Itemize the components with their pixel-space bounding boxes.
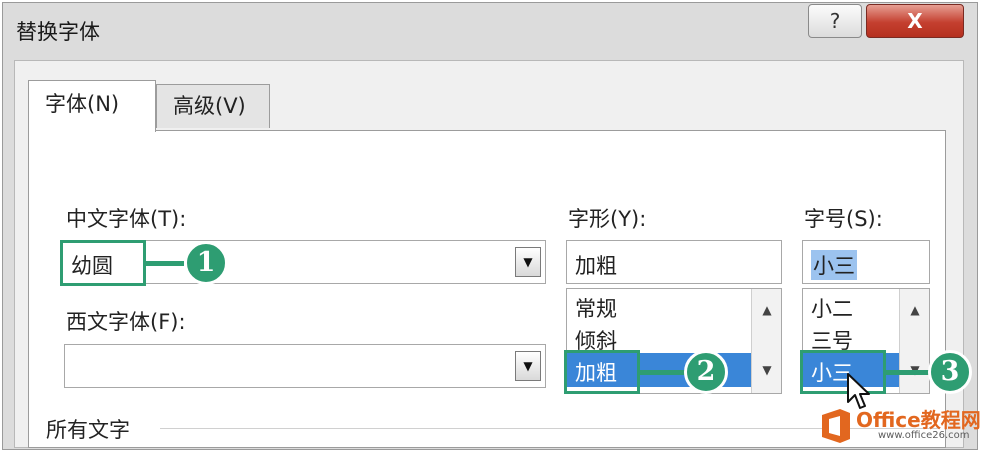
western-font-combobox[interactable]: ▼ bbox=[64, 344, 546, 388]
font-style-input[interactable]: 加粗 bbox=[566, 240, 782, 284]
callout-badge-1: 1 bbox=[184, 241, 228, 285]
chinese-font-label: 中文字体(T): bbox=[66, 207, 187, 231]
callout-2-connector bbox=[640, 370, 686, 375]
tab-font-label: 字体(N) bbox=[45, 92, 120, 116]
font-style-option-regular[interactable]: 常规 bbox=[575, 293, 617, 323]
font-size-option-xiao-er[interactable]: 小二 bbox=[811, 293, 853, 323]
watermark-url: www.office26.com bbox=[878, 430, 970, 441]
callout-2-highlight bbox=[564, 350, 640, 394]
watermark-title: Office教程网 bbox=[856, 408, 981, 432]
help-icon: ? bbox=[829, 9, 841, 33]
western-font-label: 西文字体(F): bbox=[66, 310, 186, 334]
western-font-dropdown-button[interactable]: ▼ bbox=[515, 351, 541, 381]
callout-1-highlight bbox=[60, 240, 146, 286]
callout-3-highlight bbox=[800, 350, 886, 394]
office-logo-icon bbox=[822, 409, 850, 443]
scroll-down-icon[interactable]: ▼ bbox=[752, 363, 782, 377]
font-size-scrollbar[interactable]: ▲ ▼ bbox=[899, 289, 929, 393]
font-style-scrollbar[interactable]: ▲ ▼ bbox=[751, 289, 781, 393]
font-style-value: 加粗 bbox=[575, 254, 617, 278]
font-size-label: 字号(S): bbox=[804, 207, 883, 231]
callout-badge-3: 3 bbox=[928, 350, 972, 394]
font-size-input[interactable]: 小三 bbox=[802, 240, 930, 284]
font-size-value: 小三 bbox=[811, 250, 857, 280]
callout-badge-2: 2 bbox=[684, 350, 728, 394]
all-text-section-label: 所有文字 bbox=[46, 418, 130, 442]
chinese-font-dropdown-button[interactable]: ▼ bbox=[515, 247, 541, 277]
callout-3-connector bbox=[886, 370, 930, 375]
dropdown-arrow-icon: ▼ bbox=[523, 359, 533, 373]
close-button[interactable]: X bbox=[866, 4, 964, 38]
tab-advanced-label: 高级(V) bbox=[173, 94, 246, 118]
dropdown-arrow-icon: ▼ bbox=[523, 255, 533, 269]
close-icon: X bbox=[907, 9, 923, 33]
help-button[interactable]: ? bbox=[808, 4, 862, 38]
font-style-label: 字形(Y): bbox=[568, 207, 647, 231]
dialog-title: 替换字体 bbox=[16, 20, 100, 44]
scroll-up-icon[interactable]: ▲ bbox=[752, 303, 782, 317]
tab-advanced[interactable]: 高级(V) bbox=[156, 84, 270, 128]
callout-1-connector bbox=[146, 261, 184, 266]
tab-font[interactable]: 字体(N) bbox=[28, 80, 156, 132]
scroll-up-icon[interactable]: ▲ bbox=[900, 303, 930, 317]
